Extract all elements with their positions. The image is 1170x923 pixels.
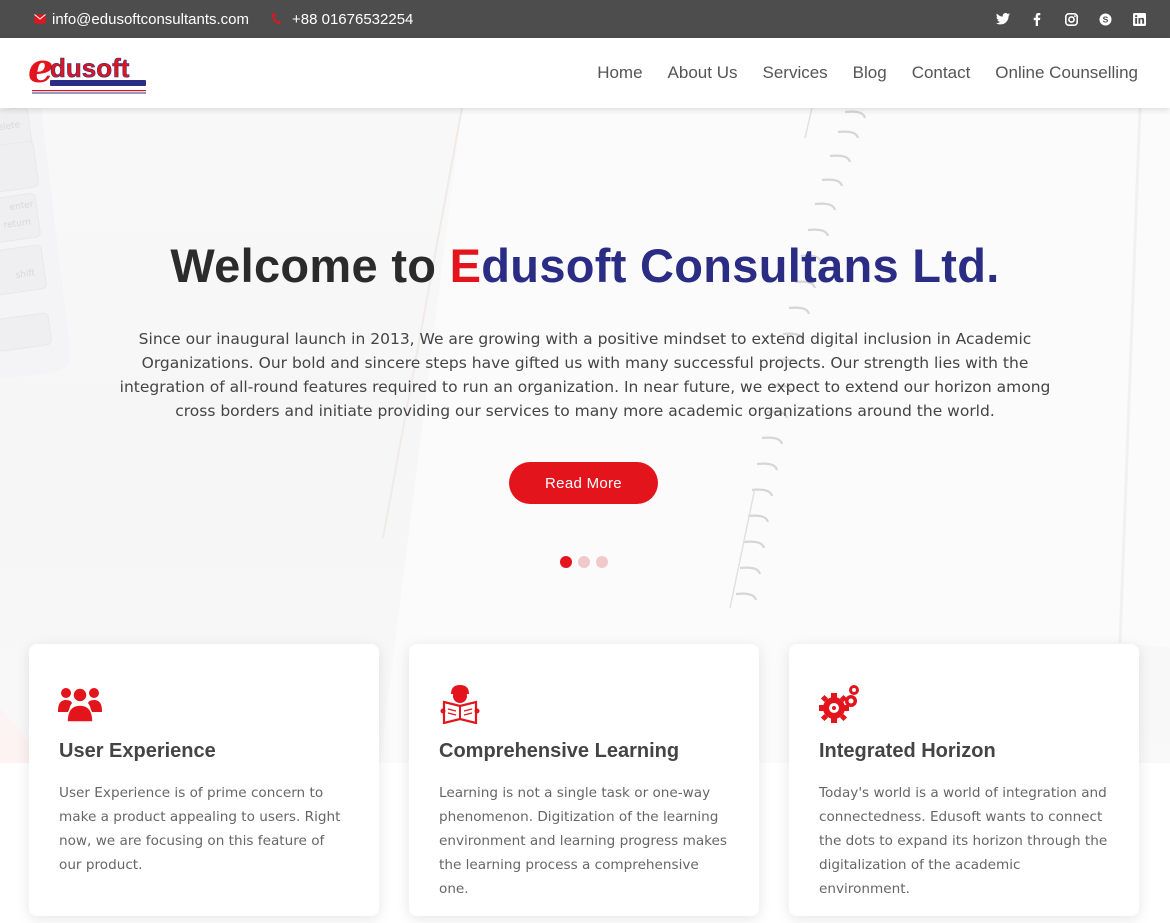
hero-description: Since our inaugural launch in 2013, We a…: [119, 330, 1051, 420]
top-bar: info@edusoftconsultants.com +88 01676532…: [0, 0, 1170, 38]
svg-text:dusoft: dusoft: [50, 53, 130, 83]
hero-title-e: E: [449, 239, 482, 292]
nav-blog[interactable]: Blog: [853, 63, 887, 83]
slider-dots: [560, 556, 608, 568]
main-nav: Home About Us Services Blog Contact Onli…: [597, 38, 1138, 108]
linkedin-icon[interactable]: [1132, 12, 1146, 26]
feature-card-comprehensive-learning: Comprehensive Learning Learning is not a…: [409, 644, 759, 916]
phone-icon: [271, 13, 281, 25]
svg-text:S: S: [1102, 14, 1108, 24]
nav-home[interactable]: Home: [597, 63, 642, 83]
envelope-icon: [34, 14, 46, 24]
users-icon: [58, 684, 102, 724]
slider-dot-3[interactable]: [596, 556, 608, 568]
logo-graphic: e dusoft: [28, 45, 146, 94]
card-title: Integrated Horizon: [819, 740, 996, 762]
edusoft-logo[interactable]: e dusoft: [28, 45, 148, 98]
phone-contact[interactable]: +88 01676532254: [271, 0, 413, 38]
instagram-icon[interactable]: [1064, 12, 1078, 26]
feature-card-user-experience: User Experience User Experience is of pr…: [29, 644, 379, 916]
twitter-icon[interactable]: [996, 12, 1010, 26]
nav-about-us[interactable]: About Us: [668, 63, 738, 83]
slider-dot-2[interactable]: [578, 556, 590, 568]
card-title: User Experience: [59, 740, 216, 762]
hero-title-brand: dusoft Consultans Ltd.: [481, 239, 1000, 292]
skype-icon[interactable]: S: [1098, 12, 1112, 26]
nav-contact[interactable]: Contact: [912, 63, 971, 83]
facebook-icon[interactable]: [1030, 12, 1044, 26]
slider-dot-1[interactable]: [560, 556, 572, 568]
nav-online-counselling[interactable]: Online Counselling: [995, 63, 1138, 83]
hero-title: Welcome to Edusoft Consultans Ltd.: [0, 238, 1170, 293]
feature-cards: User Experience User Experience is of pr…: [0, 644, 1170, 923]
feature-card-integrated-horizon: Integrated Horizon Today's world is a wo…: [789, 644, 1139, 916]
read-more-button[interactable]: Read More: [509, 462, 658, 504]
card-title: Comprehensive Learning: [439, 740, 680, 762]
card-text: User Experience is of prime concern to m…: [59, 785, 341, 873]
card-text: Today's world is a world of integration …: [819, 785, 1108, 897]
nav-services[interactable]: Services: [762, 63, 827, 83]
phone-text[interactable]: +88 01676532254: [292, 11, 413, 28]
social-links: S: [996, 0, 1146, 38]
site-header: e dusoft Home About Us Services Blog Con…: [0, 38, 1170, 108]
card-text: Learning is not a single task or one-way…: [439, 785, 727, 897]
reader-icon: [438, 684, 482, 725]
email-contact[interactable]: info@edusoftconsultants.com: [34, 0, 249, 38]
email-text[interactable]: info@edusoftconsultants.com: [52, 11, 249, 28]
hero-title-prefix: Welcome to: [170, 239, 450, 292]
gears-icon: [818, 684, 862, 724]
